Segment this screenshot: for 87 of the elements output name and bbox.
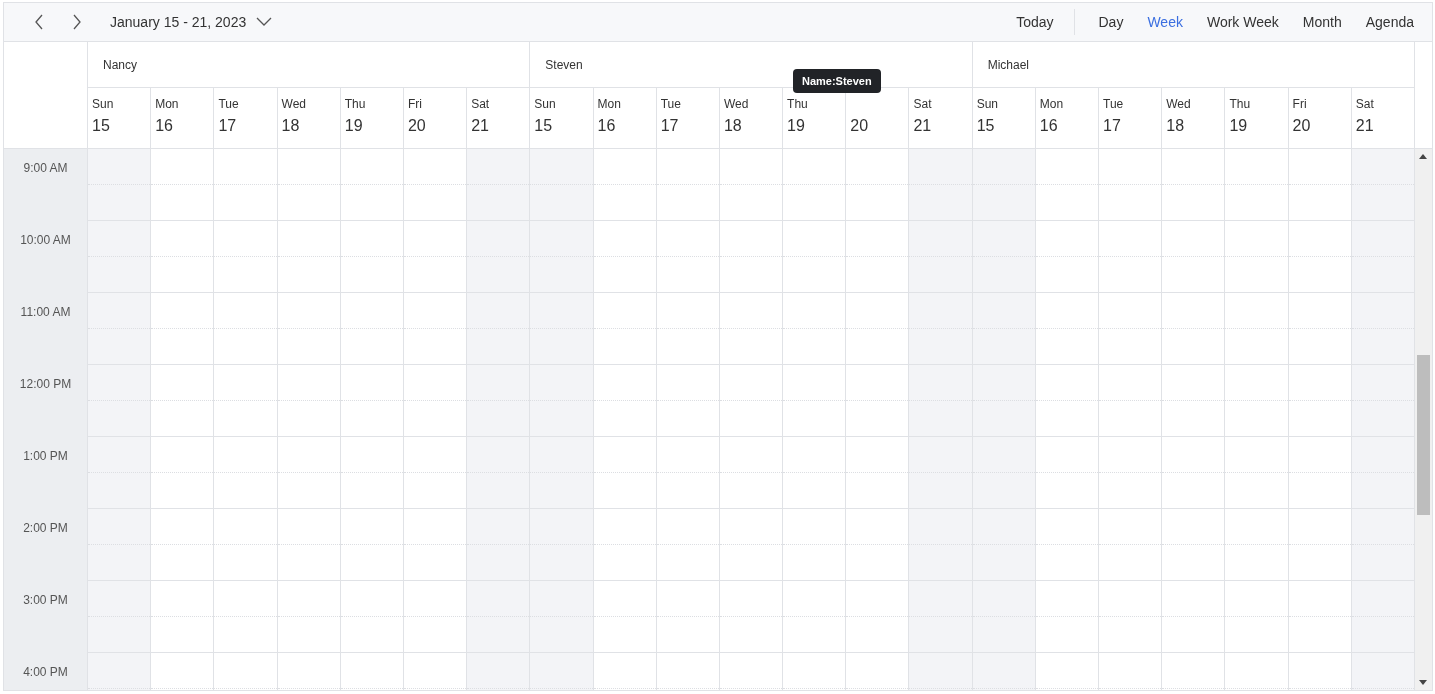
day-date: 16 (155, 117, 173, 135)
day-column[interactable] (846, 149, 910, 690)
time-label: 12:00 PM (19, 377, 72, 392)
time-label: 3:00 PM (23, 593, 68, 608)
time-label: 11:00 AM (20, 305, 71, 320)
date-range-button[interactable]: January 15 - 21, 2023 (104, 10, 279, 34)
day-name: Tue (660, 97, 681, 111)
scrollbar-thumb[interactable] (1417, 355, 1430, 515)
scrollbar[interactable] (1415, 149, 1432, 690)
day-column[interactable] (1162, 149, 1226, 690)
day-name: Thu (787, 97, 808, 111)
day-column[interactable] (972, 149, 1036, 690)
day-column[interactable] (1225, 149, 1289, 690)
day-name: Sat (913, 97, 932, 111)
day-column[interactable] (467, 149, 531, 690)
day-date: 21 (471, 117, 489, 135)
day-column[interactable] (719, 149, 784, 690)
day-name: Sun (92, 97, 114, 111)
day-date: 18 (723, 117, 742, 135)
view-tab[interactable]: Month (1292, 10, 1352, 34)
day-date: 20 (407, 117, 426, 135)
day-column[interactable] (1099, 149, 1163, 690)
day-name: Sat (1355, 97, 1374, 111)
day-name: Tue (218, 97, 239, 111)
day-column[interactable] (403, 149, 468, 690)
day-date: 21 (913, 117, 932, 135)
day-date: 17 (218, 117, 237, 135)
day-column[interactable] (909, 149, 973, 690)
day-date: 18 (281, 117, 300, 135)
day-name: Tue (1103, 97, 1124, 111)
day-name: Wed (1166, 97, 1191, 111)
day-name: Fri (407, 97, 422, 111)
day-column[interactable] (214, 149, 278, 690)
day-name: Thu (344, 97, 366, 111)
day-date: 18 (1166, 117, 1185, 135)
day-name: Sat (471, 97, 490, 111)
view-tab[interactable]: Week (1137, 10, 1193, 34)
time-label: 1:00 PM (23, 449, 68, 464)
day-column[interactable] (340, 149, 404, 690)
day-date: 20 (850, 117, 869, 135)
day-column[interactable] (151, 149, 215, 690)
view-tab[interactable]: Agenda (1355, 10, 1424, 34)
day-column[interactable] (593, 149, 657, 690)
day-name: Fri (1292, 97, 1307, 111)
day-date: 21 (1355, 117, 1374, 135)
day-column[interactable] (530, 149, 594, 690)
day-column[interactable] (783, 149, 847, 690)
view-tab[interactable]: Work Week (1196, 10, 1289, 34)
day-date: 15 (534, 117, 553, 135)
chevron-down-icon (256, 17, 273, 27)
day-name: Wed (723, 97, 749, 111)
day-name: Mon (1039, 97, 1064, 111)
day-name: Mon (597, 97, 621, 111)
chevron-right-icon (72, 14, 82, 30)
day-name: Wed (281, 97, 307, 111)
time-label: 2:00 PM (23, 521, 68, 536)
day-date: 20 (1292, 117, 1311, 135)
day-date: 16 (1039, 117, 1058, 135)
time-label: 10:00 AM (20, 233, 71, 248)
day-date: 19 (344, 117, 363, 135)
day-column[interactable] (88, 149, 152, 690)
day-name: Mon (155, 97, 179, 111)
day-name: Thu (1229, 97, 1251, 111)
day-name: Sun (534, 97, 556, 111)
view-tab[interactable]: Day (1088, 10, 1134, 34)
scroll-down-icon[interactable] (1419, 680, 1427, 685)
day-date: 15 (92, 117, 110, 135)
tooltip: Name:Steven (793, 69, 881, 93)
day-column[interactable] (277, 149, 341, 690)
day-name: Sun (976, 97, 998, 111)
time-label: 9:00 AM (23, 161, 68, 176)
day-date: 17 (1103, 117, 1121, 135)
today-button[interactable]: Today (1006, 10, 1064, 34)
resource-name: Steven (545, 57, 583, 72)
chevron-left-icon (34, 14, 44, 30)
day-column[interactable] (656, 149, 720, 690)
day-date: 16 (597, 117, 616, 135)
resource-name: Nancy (103, 57, 137, 72)
resource-name: Michael (987, 57, 1029, 72)
day-column[interactable] (1035, 149, 1099, 690)
day-date: 15 (976, 117, 995, 135)
day-column[interactable] (1288, 149, 1352, 690)
scroll-up-icon[interactable] (1419, 154, 1427, 159)
day-date: 19 (787, 117, 805, 135)
day-date: 19 (1229, 117, 1248, 135)
day-date: 17 (660, 117, 679, 135)
time-label: 4:00 PM (23, 665, 68, 680)
